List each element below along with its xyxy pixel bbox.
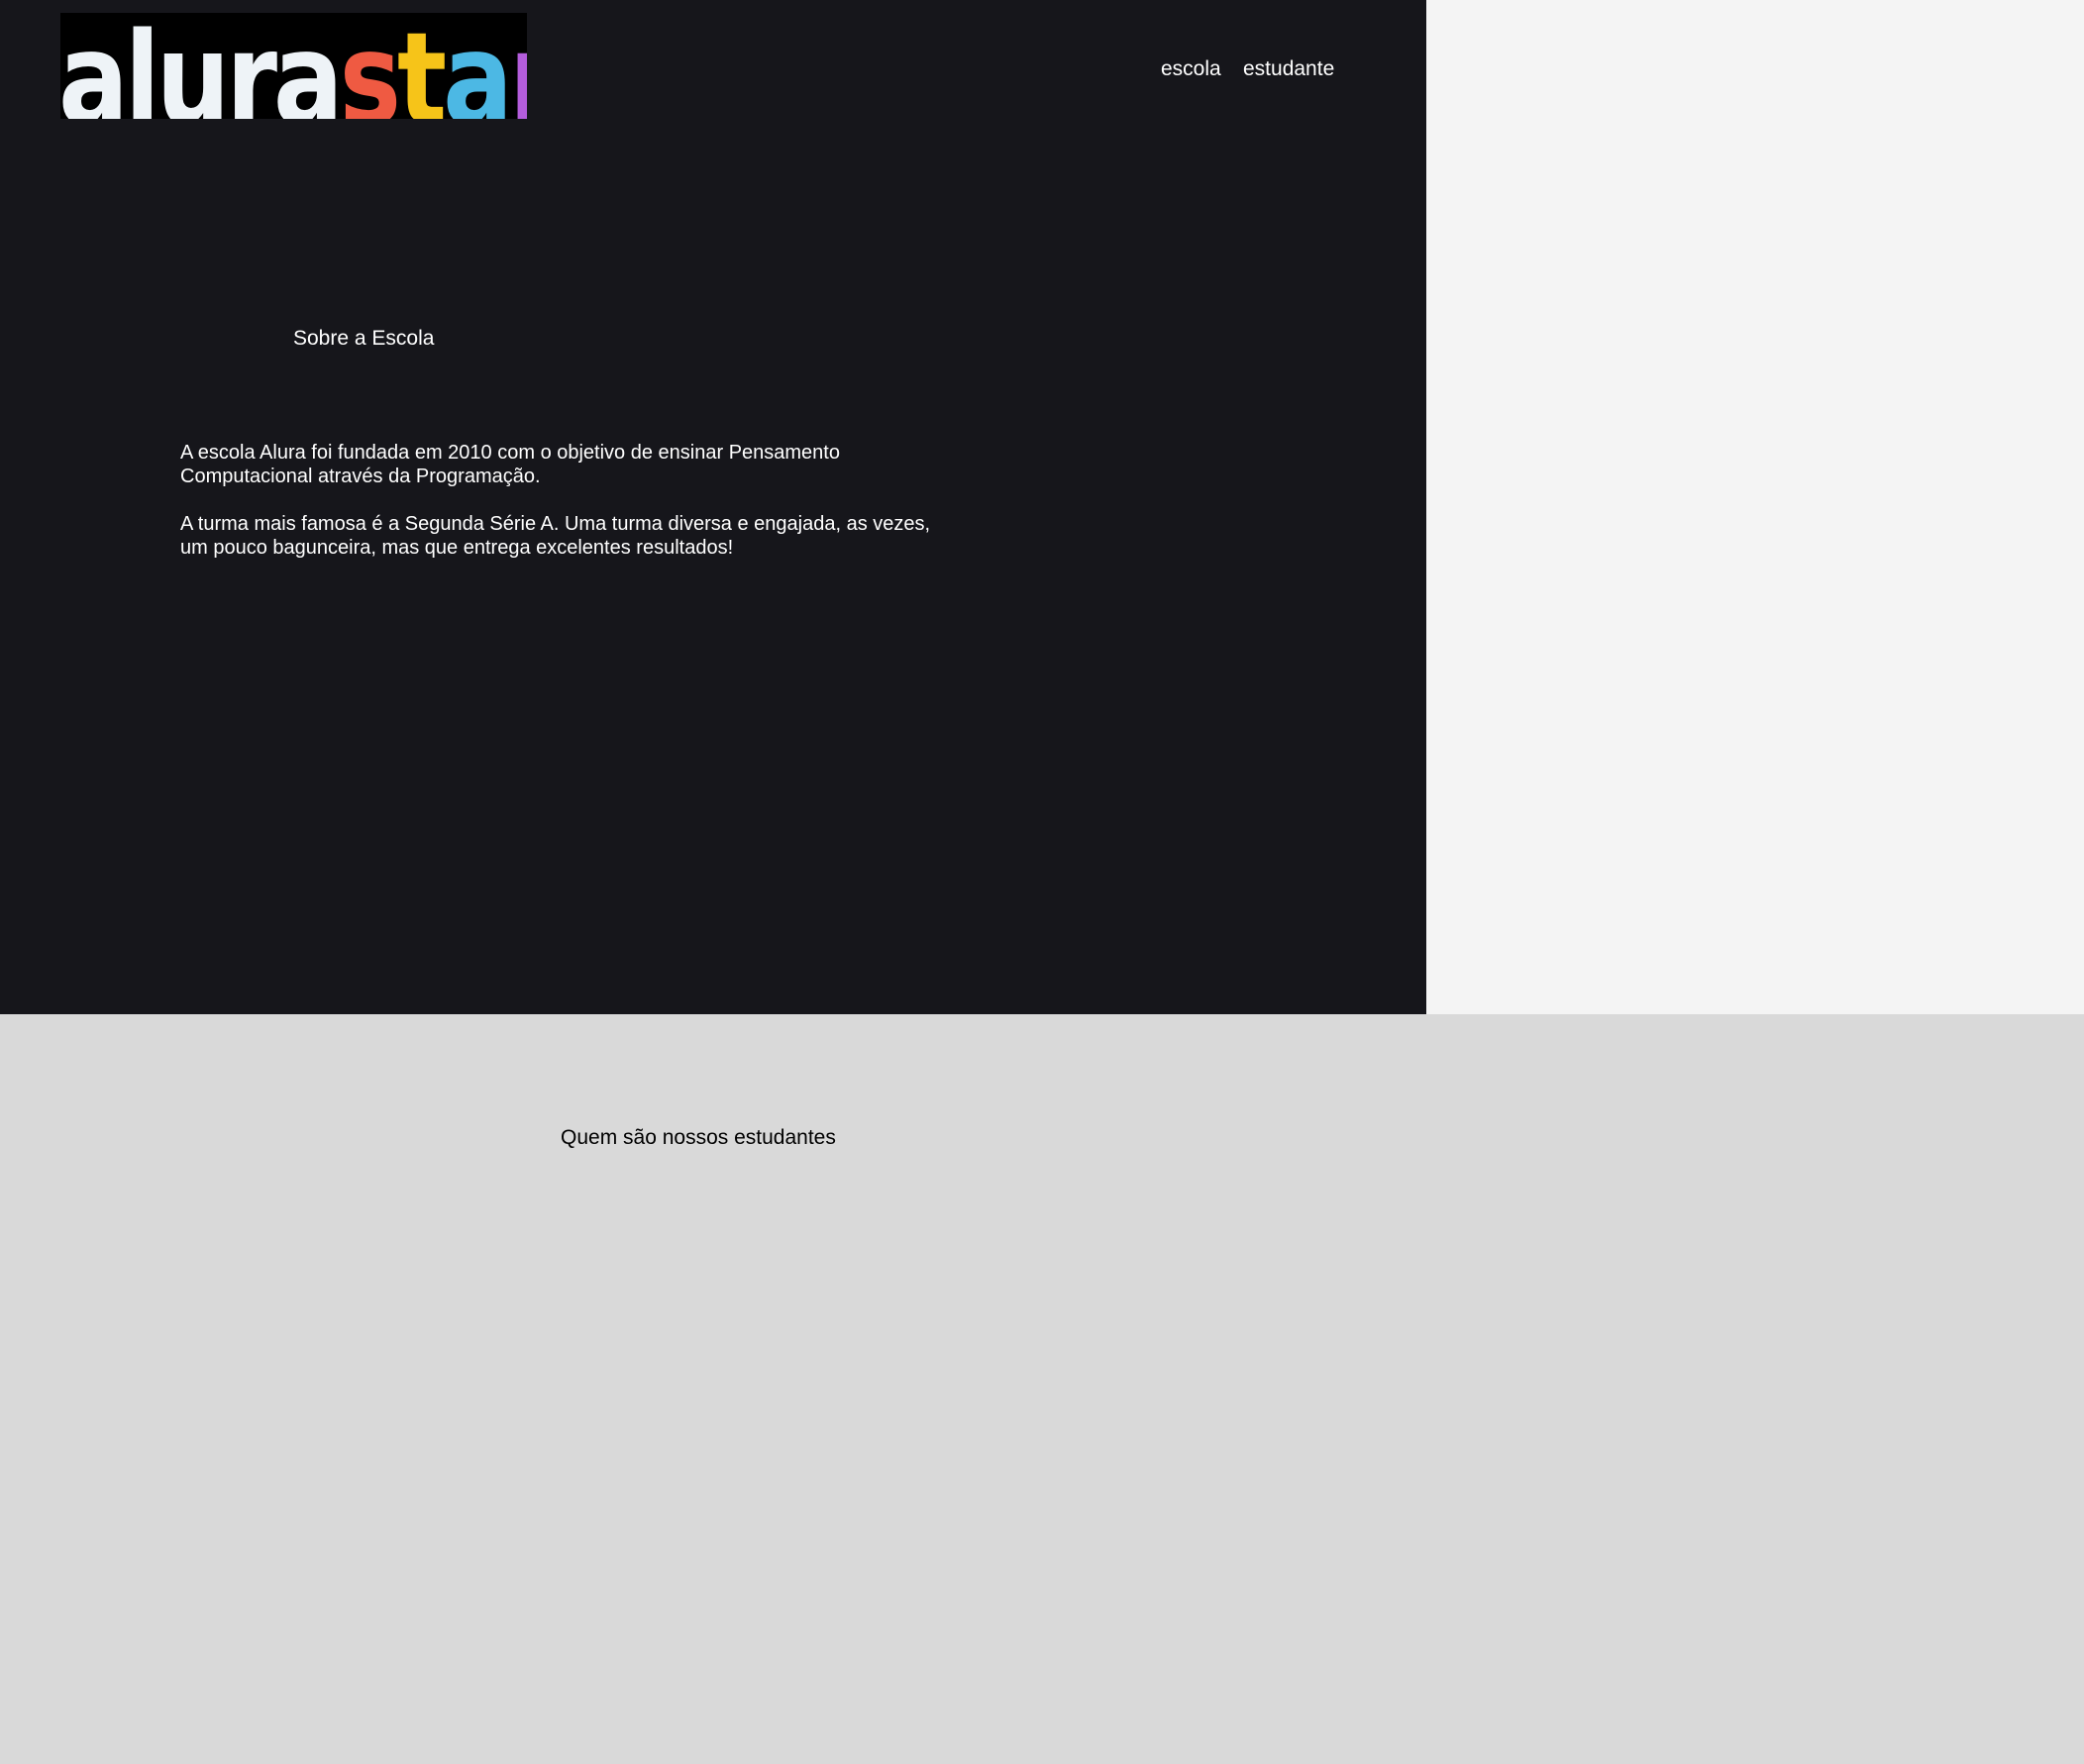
- nav-link-estudante[interactable]: estudante: [1243, 57, 1334, 81]
- alurastart-logo[interactable]: alurastart: [60, 13, 527, 119]
- logo-letter-t: t: [396, 13, 447, 120]
- logo-letter-r: r: [509, 13, 527, 120]
- about-title: Sobre a Escola: [293, 327, 435, 350]
- about-paragraph: A escola Alura foi fundada em 2010 com o…: [180, 442, 840, 487]
- about-paragraph: A turma mais famosa é a Segunda Série A.…: [180, 513, 931, 559]
- nav-link-escola[interactable]: escola: [1161, 57, 1221, 81]
- students-title: Quem são nossos estudantes: [561, 1126, 836, 1149]
- logo-letter-s: s: [339, 13, 401, 120]
- students-section: Quem são nossos estudantes: [0, 1014, 2084, 1764]
- header-section: alurastart escola estudante Sobre a Esco…: [0, 0, 1426, 1014]
- top-area: alurastart escola estudante Sobre a Esco…: [0, 0, 2084, 1014]
- logo-wordmark: alurastart: [60, 17, 527, 120]
- logo-text-alura: alura: [60, 13, 344, 120]
- logo-letter-a: a: [443, 13, 513, 120]
- about-text: A escola Alura foi fundada em 2010 com o…: [180, 441, 933, 583]
